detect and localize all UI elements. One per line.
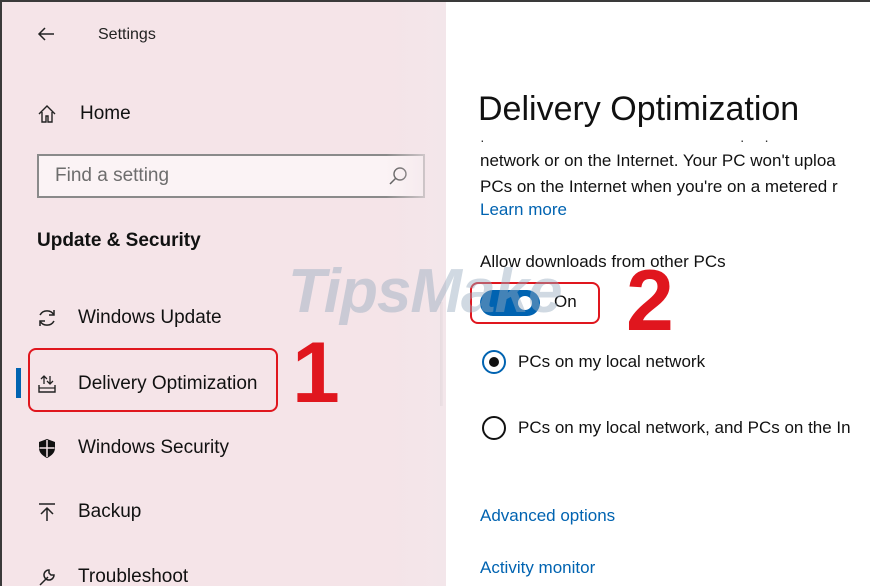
- sidebar-item-label: Home: [80, 103, 131, 124]
- learn-more-link[interactable]: Learn more: [480, 200, 567, 220]
- sidebar-item-label: Troubleshoot: [78, 566, 189, 586]
- app-title: Settings: [98, 26, 156, 43]
- sidebar-item-label: Windows Update: [78, 307, 222, 328]
- radio-label-local-network: PCs on my local network: [518, 352, 706, 371]
- shield-icon: [36, 437, 58, 459]
- radio-local-and-internet[interactable]: [482, 416, 506, 440]
- radio-local-network[interactable]: [482, 350, 506, 374]
- title-bar: Settings: [2, 16, 446, 56]
- step-marker-2: 2: [626, 253, 674, 349]
- advanced-options-link[interactable]: Advanced options: [480, 506, 615, 526]
- refresh-icon: [36, 307, 58, 329]
- backup-arrow-icon: [36, 501, 58, 523]
- wrench-icon: [36, 566, 58, 586]
- search-placeholder: Find a setting: [55, 165, 170, 186]
- back-arrow-icon[interactable]: [36, 24, 60, 48]
- description: network or on the Internet. Your PC won'…: [480, 148, 870, 200]
- sidebar-item-label: Windows Security: [78, 437, 229, 458]
- sidebar-item-backup[interactable]: Backup: [36, 494, 416, 530]
- search-icon[interactable]: [387, 165, 409, 187]
- highlight-box-1: [28, 348, 278, 412]
- activity-monitor-link[interactable]: Activity monitor: [480, 558, 595, 578]
- description-line: PCs on the Internet when you're on a met…: [480, 177, 838, 196]
- radio-label-local-and-internet: PCs on my local network, and PCs on the …: [518, 418, 851, 437]
- description-line: network or on the Internet. Your PC won'…: [480, 151, 836, 170]
- sidebar-item-windows-security[interactable]: Windows Security: [36, 430, 416, 466]
- step-marker-1: 1: [292, 325, 340, 421]
- sidebar-item-troubleshoot[interactable]: Troubleshoot: [36, 559, 416, 586]
- search-input[interactable]: Find a setting: [37, 154, 425, 198]
- section-heading: Update & Security: [37, 230, 201, 251]
- sidebar-item-label: Backup: [78, 501, 142, 522]
- watermark-logo: TipsMake: [288, 257, 562, 326]
- active-indicator: [16, 368, 21, 398]
- page-title: Delivery Optimization: [478, 90, 800, 128]
- sidebar-item-home[interactable]: Home: [36, 98, 416, 130]
- home-icon: [36, 103, 58, 125]
- clipped-text-line: · · ·: [480, 132, 771, 148]
- settings-window: Settings Home Find a setting Update & Se…: [0, 0, 870, 586]
